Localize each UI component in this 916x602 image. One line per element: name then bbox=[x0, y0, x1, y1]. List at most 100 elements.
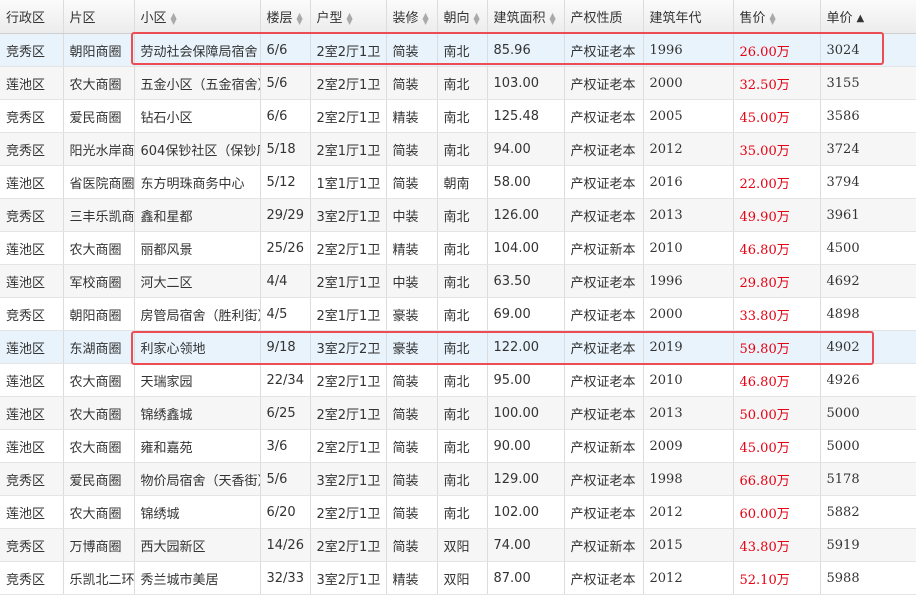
cell-orientation: 双阳 bbox=[437, 561, 488, 595]
cell-unit_price: 3586 bbox=[820, 99, 916, 133]
sort-icon[interactable]: ▲ ▼ bbox=[347, 11, 353, 25]
cell-price: 45.00万 bbox=[733, 99, 821, 133]
table-row[interactable]: 莲池区 农大商圈 锦绣鑫城 6/25 2室2厅1卫 简装 南北 100.00 产权证老本 2013… bbox=[0, 396, 916, 430]
column-header-decoration[interactable]: 装修 ▲ ▼ bbox=[386, 0, 438, 34]
cell-community: 秀兰城市美居 bbox=[134, 561, 261, 595]
table-row[interactable]: 竞秀区 朝阳商圈 房管局宿舍（胜利街） 4/5 2室1厅1卫 豪装 南北 69.00 产权证老本… bbox=[0, 297, 916, 331]
cell-price: 52.10万 bbox=[733, 561, 821, 595]
table-row[interactable]: 竞秀区 万博商圈 西大园新区 14/26 2室2厅1卫 简装 双阳 74.00 产权证新本 201… bbox=[0, 528, 916, 562]
column-header-district[interactable]: 行政区 bbox=[0, 0, 64, 34]
table-row[interactable]: 莲池区 农大商圈 锦绣城 6/20 2室2厅1卫 简装 南北 102.00 产权证老本 2012 6… bbox=[0, 495, 916, 529]
column-header-label: 售价 bbox=[739, 11, 766, 26]
column-header-floor[interactable]: 楼层 ▲ ▼ bbox=[260, 0, 311, 34]
cell-layout: 2室2厅1卫 bbox=[310, 495, 387, 529]
table-row[interactable]: 莲池区 农大商圈 雍和嘉苑 3/6 2室2厅1卫 简装 南北 90.00 产权证新本 2009 45… bbox=[0, 429, 916, 463]
table-row[interactable]: 竞秀区三丰乐凯商圈鑫和星都29/293室2厅1卫中装南北126.00产权证老本2… bbox=[0, 198, 916, 232]
cell-price: 46.80万 bbox=[733, 363, 821, 397]
cell-layout: 2室2厅1卫 bbox=[310, 363, 387, 397]
cell-community: 钻石小区 bbox=[134, 99, 261, 133]
table-row[interactable]: 莲池区 军校商圈 河大二区 4/4 2室1厅1卫 中装 南北 63.50 产权证老本 1996 29… bbox=[0, 264, 916, 298]
column-header-layout[interactable]: 户型 ▲ ▼ bbox=[310, 0, 387, 34]
column-header-label: 小区 bbox=[140, 11, 167, 26]
column-header-price[interactable]: 售价 ▲ ▼ bbox=[733, 0, 821, 34]
cell-layout: 3室2厅1卫 bbox=[310, 462, 387, 496]
table-row[interactable]: 莲池区 农大商圈 丽都风景 25/26 2室2厅1卫 精装 南北 104.00 产权证新本 201… bbox=[0, 231, 916, 265]
cell-area: 乐凯北二环商圈 bbox=[63, 561, 135, 595]
table-row[interactable]: 莲池区 农大商圈 五金小区（五金宿舍） 5/6 2室2厅1卫 简装 南北 103.00 产权证老… bbox=[0, 66, 916, 100]
cell-unit_price: 3024 bbox=[820, 33, 916, 67]
table-row[interactable]: 莲池区 农大商圈 天瑞家园 22/34 2室2厅1卫 简装 南北 95.00 产权证老本 2010… bbox=[0, 363, 916, 397]
column-header-community[interactable]: 小区 ▲ ▼ bbox=[134, 0, 261, 34]
cell-orientation: 南北 bbox=[437, 198, 488, 232]
table-row[interactable]: 竞秀区乐凯北二环商圈秀兰城市美居32/333室2厅1卫精装双阳87.00产权证老… bbox=[0, 561, 916, 595]
column-header-area[interactable]: 片区 bbox=[63, 0, 135, 34]
cell-ownership: 产权证老本 bbox=[564, 198, 644, 232]
column-header-orientation[interactable]: 朝向 ▲ ▼ bbox=[437, 0, 488, 34]
cell-district: 竞秀区 bbox=[0, 33, 64, 67]
cell-price: 60.00万 bbox=[733, 495, 821, 529]
cell-orientation: 南北 bbox=[437, 231, 488, 265]
column-header-label: 建筑面积 bbox=[493, 11, 546, 26]
cell-floor: 4/5 bbox=[260, 297, 311, 331]
cell-area: 农大商圈 bbox=[63, 231, 135, 265]
cell-build_area: 58.00 bbox=[487, 165, 565, 199]
sort-icon[interactable]: ▲ ▼ bbox=[297, 11, 303, 25]
cell-area: 农大商圈 bbox=[63, 429, 135, 463]
cell-build_area: 87.00 bbox=[487, 561, 565, 595]
cell-floor: 6/25 bbox=[260, 396, 311, 430]
cell-orientation: 南北 bbox=[437, 297, 488, 331]
cell-unit_price: 4692 bbox=[820, 264, 916, 298]
sort-icon[interactable]: ▲ ▼ bbox=[550, 11, 556, 25]
table-row[interactable]: 竞秀区 朝阳商圈 劳动社会保障局宿舍 6/6 2室2厅1卫 简装 南北 85.96 产权证老本 1… bbox=[0, 33, 916, 67]
cell-ownership: 产权证老本 bbox=[564, 363, 644, 397]
cell-unit_price: 5882 bbox=[820, 495, 916, 529]
cell-build_area: 94.00 bbox=[487, 132, 565, 166]
cell-orientation: 南北 bbox=[437, 462, 488, 496]
sort-icon[interactable]: ▲ ▼ bbox=[770, 11, 776, 25]
table-row[interactable]: 莲池区 东湖商圈 利家心领地 9/18 3室2厅2卫 豪装 南北 122.00 产权证老本 201… bbox=[0, 330, 916, 364]
cell-district: 竞秀区 bbox=[0, 528, 64, 562]
cell-price: 59.80万 bbox=[733, 330, 821, 364]
sort-icon[interactable]: ▲ ▼ bbox=[423, 11, 429, 25]
table-row[interactable]: 竞秀区 爱民商圈 物价局宿舍（天香街） 5/6 3室2厅1卫 简装 南北 129.00 产权证老… bbox=[0, 462, 916, 496]
cell-ownership: 产权证新本 bbox=[564, 429, 644, 463]
cell-district: 莲池区 bbox=[0, 264, 64, 298]
column-header-unit_price[interactable]: 单价 ▲ bbox=[820, 0, 916, 34]
column-header-ownership[interactable]: 产权性质 bbox=[564, 0, 644, 34]
cell-area: 农大商圈 bbox=[63, 363, 135, 397]
cell-area: 朝阳商圈 bbox=[63, 297, 135, 331]
cell-orientation: 南北 bbox=[437, 363, 488, 397]
column-header-build_year[interactable]: 建筑年代 bbox=[643, 0, 734, 34]
cell-decoration: 豪装 bbox=[386, 330, 438, 364]
cell-district: 莲池区 bbox=[0, 165, 64, 199]
table-row[interactable]: 莲池区 省医院商圈 东方明珠商务中心 5/12 1室1厅1卫 简装 朝南 58.00 产权证老本… bbox=[0, 165, 916, 199]
cell-price: 29.80万 bbox=[733, 264, 821, 298]
table-row[interactable]: 竞秀区 爱民商圈 钻石小区 6/6 2室2厅1卫 精装 南北 125.48 产权证老本 2005 4… bbox=[0, 99, 916, 133]
cell-community: 雍和嘉苑 bbox=[134, 429, 261, 463]
cell-build_year: 2012 bbox=[643, 495, 734, 529]
cell-unit_price: 5919 bbox=[820, 528, 916, 562]
cell-ownership: 产权证老本 bbox=[564, 297, 644, 331]
cell-community: 鑫和星都 bbox=[134, 198, 261, 232]
cell-build_area: 74.00 bbox=[487, 528, 565, 562]
sort-icon[interactable]: ▲ ▼ bbox=[474, 11, 480, 25]
sort-ascending-icon[interactable]: ▲ bbox=[857, 13, 865, 23]
cell-build_area: 126.00 bbox=[487, 198, 565, 232]
cell-layout: 1室1厅1卫 bbox=[310, 165, 387, 199]
cell-floor: 6/6 bbox=[260, 33, 311, 67]
cell-community: 五金小区（五金宿舍） bbox=[134, 66, 261, 100]
cell-area: 三丰乐凯商圈 bbox=[63, 198, 135, 232]
cell-ownership: 产权证老本 bbox=[564, 66, 644, 100]
sort-icon[interactable]: ▲ ▼ bbox=[171, 11, 177, 25]
column-header-build_area[interactable]: 建筑面积 ▲ ▼ bbox=[487, 0, 565, 34]
cell-layout: 2室1厅1卫 bbox=[310, 132, 387, 166]
cell-ownership: 产权证老本 bbox=[564, 33, 644, 67]
cell-decoration: 豪装 bbox=[386, 297, 438, 331]
cell-ownership: 产权证新本 bbox=[564, 528, 644, 562]
table-row[interactable]: 竞秀区阳光水岸商圈604保钞社区（保钞厂宿舍）5/182室1厅1卫简装南北94.… bbox=[0, 132, 916, 166]
cell-decoration: 简装 bbox=[386, 396, 438, 430]
cell-orientation: 南北 bbox=[437, 429, 488, 463]
column-header-label: 户型 bbox=[316, 11, 343, 26]
cell-layout: 2室2厅1卫 bbox=[310, 66, 387, 100]
cell-build_year: 1996 bbox=[643, 33, 734, 67]
